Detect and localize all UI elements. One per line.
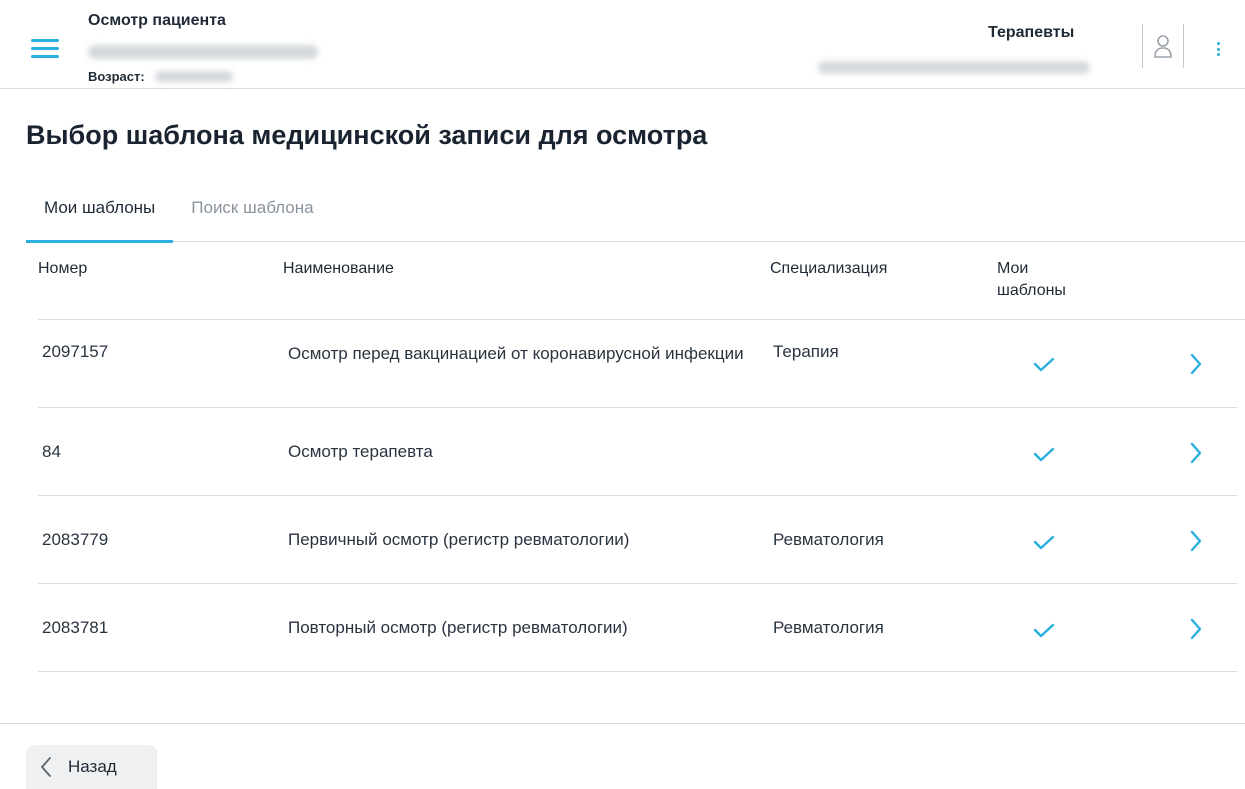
user-avatar-button[interactable] xyxy=(1142,24,1184,68)
chevron-right-icon[interactable] xyxy=(1188,529,1204,553)
row-specialization: Терапия xyxy=(773,342,839,361)
table-row[interactable]: 2097157 Осмотр перед вакцинацией от коро… xyxy=(38,320,1237,408)
age-label: Возраст: xyxy=(88,68,145,84)
more-options-button[interactable] xyxy=(1213,38,1223,60)
department-subtitle-redacted xyxy=(818,61,1090,74)
table-header: Номер Наименование Специализация Мои шаб… xyxy=(38,242,1245,320)
row-name: Осмотр перед вакцинацией от коронавирусн… xyxy=(288,344,744,363)
row-number: 2083779 xyxy=(42,530,109,549)
templates-table: Номер Наименование Специализация Мои шаб… xyxy=(38,242,1245,672)
table-row[interactable]: 2083781 Повторный осмотр (регистр ревмат… xyxy=(38,584,1237,672)
check-icon xyxy=(1033,623,1055,638)
tab-template-search[interactable]: Поиск шаблона xyxy=(173,184,331,242)
row-specialization: Ревматология xyxy=(773,618,884,637)
template-tabs: Мои шаблоны Поиск шаблона xyxy=(26,184,1245,243)
tab-my-templates[interactable]: Мои шаблоны xyxy=(26,184,174,243)
back-button-label: Назад xyxy=(68,757,117,776)
row-specialization: Ревматология xyxy=(773,530,884,549)
age-value-redacted xyxy=(154,70,233,82)
table-row[interactable]: 84 Осмотр терапевта xyxy=(38,408,1237,496)
row-number: 84 xyxy=(42,442,61,461)
hamburger-icon xyxy=(31,39,59,42)
check-icon xyxy=(1033,447,1055,462)
table-row[interactable]: 2083779 Первичный осмотр (регистр ревмат… xyxy=(38,496,1237,584)
column-header-name: Наименование xyxy=(283,260,394,277)
row-name: Повторный осмотр (регистр ревматологии) xyxy=(288,618,628,637)
column-header-my-templates: Мои шаблоны xyxy=(997,260,1066,299)
column-header-number: Номер xyxy=(38,260,88,277)
user-icon xyxy=(1154,35,1172,58)
hamburger-menu-button[interactable] xyxy=(31,39,59,59)
chevron-right-icon[interactable] xyxy=(1188,617,1204,641)
row-number: 2097157 xyxy=(42,342,109,361)
chevron-right-icon[interactable] xyxy=(1188,352,1204,376)
patient-name-redacted xyxy=(88,45,318,59)
check-icon xyxy=(1033,535,1055,550)
row-name: Первичный осмотр (регистр ревматологии) xyxy=(288,530,630,549)
column-header-specialization: Специализация xyxy=(770,260,888,277)
page-title: Выбор шаблона медицинской записи для осм… xyxy=(26,120,708,150)
footer-divider xyxy=(0,723,1245,724)
row-name: Осмотр терапевта xyxy=(288,442,433,461)
row-number: 2083781 xyxy=(42,618,109,637)
app-header: Осмотр пациента Возраст: Терапевты xyxy=(0,0,1245,89)
chevron-left-icon xyxy=(41,757,51,777)
department-title: Терапевты xyxy=(988,24,1075,41)
back-button[interactable]: Назад xyxy=(26,745,157,789)
check-icon xyxy=(1033,357,1055,372)
patient-age-row: Возраст: xyxy=(88,68,233,84)
patient-header-title: Осмотр пациента xyxy=(88,12,226,29)
kebab-menu-icon xyxy=(1216,42,1220,45)
chevron-right-icon[interactable] xyxy=(1188,441,1204,465)
